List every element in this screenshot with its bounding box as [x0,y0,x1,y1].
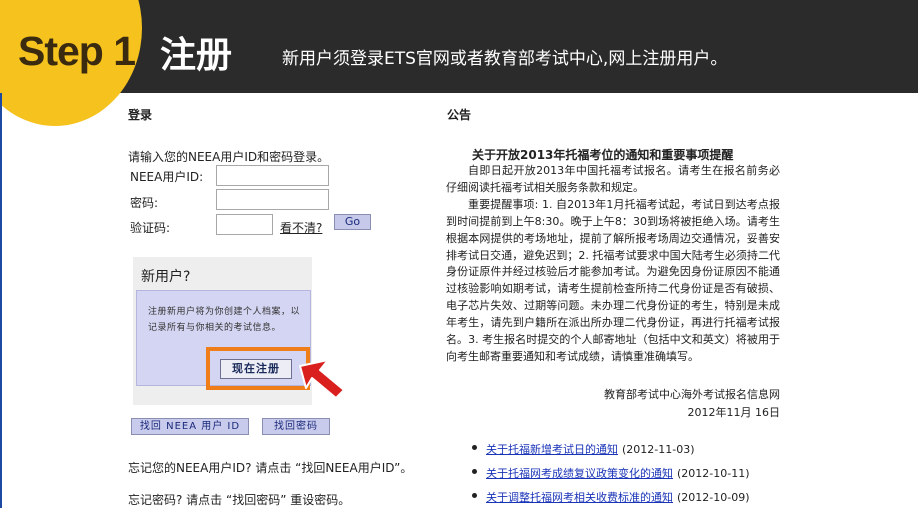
find-userid-button[interactable]: 找回 NEEA 用户 ID [131,418,249,435]
password-label: 密码: [130,196,159,210]
userid-input[interactable] [216,165,329,186]
news-date: (2012-11-03) [622,443,695,456]
news-link[interactable]: 关于调整托福网考相关收费标准的通知 [486,491,673,504]
page-frame-border [0,93,2,508]
news-list: 关于托福新增考试日的通知 (2012-11-03) 关于托福网考成绩复议政策变化的… [472,441,750,508]
new-user-title: 新用户? [141,269,191,285]
new-user-description: 注册新用户将为你创建个人档案，以记录所有与你相关的考试信息。 [148,307,301,333]
password-input[interactable] [216,189,329,210]
notice-date: 2012年11月 16日 [687,406,781,419]
captcha-label: 验证码: [130,221,171,235]
bullet-icon [472,445,477,450]
step-description: 新用户须登录ETS官网或者教育部考试中心,网上注册用户。 [282,49,728,69]
news-item: 关于调整托福网考相关收费标准的通知 (2012-10-09) [472,489,750,508]
notice-signature: 教育部考试中心海外考试报名信息网 [604,388,780,401]
news-item: 关于托福新增考试日的通知 (2012-11-03) [472,441,750,465]
pointer-arrow-icon [299,359,345,399]
news-link[interactable]: 关于托福网考成绩复议政策变化的通知 [486,467,673,480]
forgot-userid-hint: 忘记您的NEEA用户ID? 请点击 “找回NEEA用户ID”。 [128,461,413,475]
news-link[interactable]: 关于托福新增考试日的通知 [486,443,618,456]
login-section-title: 登录 [128,108,153,122]
news-item: 关于托福网考成绩复议政策变化的通知 (2012-10-11) [472,465,750,489]
step-header-banner: Step 1 注册 新用户须登录ETS官网或者教育部考试中心,网上注册用户。 [0,0,918,126]
bullet-icon [472,493,477,498]
news-date: (2012-10-11) [677,467,750,480]
login-go-button[interactable]: Go [334,214,371,230]
register-now-button[interactable]: 现在注册 [220,359,292,379]
notice-headline: 关于开放2013年托福考位的通知和重要事项提醒 [472,148,734,162]
news-date: (2012-10-09) [677,491,750,504]
step-label: Step 1 [18,28,136,74]
captcha-refresh-link[interactable]: 看不清? [280,219,322,236]
forgot-password-hint: 忘记密码? 请点击 “找回密码” 重设密码。 [128,493,351,507]
notice-section-title: 公告 [447,108,472,122]
captcha-input[interactable] [216,214,273,235]
notice-paragraph: 重要提醒事项: 1. 自2013年1月托福考试起，考试日到达考点报到时间提前到上… [446,197,780,363]
notice-paragraph: 自即日起开放2013年中国托福考试报名。请考生在报名前务必仔细阅读托福考试相关服… [446,164,780,194]
bullet-icon [472,469,477,474]
userid-label: NEEA用户ID: [130,170,204,184]
find-password-button[interactable]: 找回密码 [262,418,330,435]
notice-body: 自即日起开放2013年中国托福考试报名。请考生在报名前务必仔细阅读托福考试相关服… [446,163,780,366]
step-title: 注册 [160,35,233,76]
login-prompt: 请输入您的NEEA用户ID和密码登录。 [128,150,330,164]
